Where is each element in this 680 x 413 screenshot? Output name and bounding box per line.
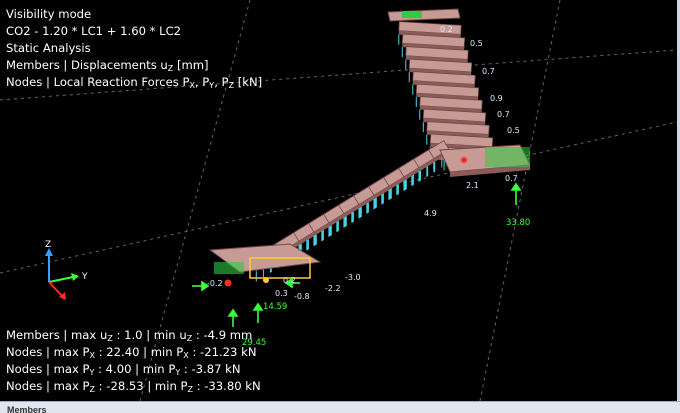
value-label: -0.8	[294, 292, 310, 301]
value-label: 0.5	[507, 126, 520, 135]
top-landing[interactable]	[387, 8, 461, 22]
3d-viewport[interactable]: 0.2 0.5 0.7 0.9 0.7 0.5 2.1 0.7 4.9 -3.0…	[0, 0, 677, 401]
axis-label-z: Z	[45, 240, 51, 250]
px-summary: Nodes | max PX : 22.40 | min PX : -21.23…	[6, 345, 257, 360]
analysis-info-panel: Visibility mode CO2 - 1.20 * LC1 + 1.60 …	[6, 6, 262, 91]
value-label: 0.7	[482, 67, 495, 76]
axis-triad: Z Y	[45, 240, 88, 300]
value-label: -3.0	[345, 273, 361, 282]
value-label: 4.9	[424, 209, 437, 218]
value-label: 0.7	[497, 110, 510, 119]
reaction-label: 14.59	[263, 302, 287, 312]
reaction-label: 33.80	[506, 218, 530, 228]
load-combination-text: CO2 - 1.20 * LC1 + 1.60 * LC2	[6, 24, 182, 38]
visibility-mode-text: Visibility mode	[6, 7, 92, 21]
value-label: 0.5	[470, 39, 483, 48]
value-label: 0.9	[490, 94, 503, 103]
analysis-type-text: Static Analysis	[6, 41, 91, 55]
nodes-result-type: Nodes | Local Reaction Forces PX, PY, PZ…	[6, 75, 263, 90]
value-label: -2.2	[325, 284, 341, 293]
pz-summary: Nodes | max PZ : -28.53 | min PZ : -33.8…	[6, 379, 261, 394]
value-label: 0.3	[275, 289, 288, 298]
uz-summary: Members | max uZ : 1.0 | min uZ : -4.9 m…	[6, 328, 253, 343]
value-label: 2.1	[466, 181, 479, 190]
axis-label-y: Y	[81, 272, 88, 282]
value-label: 0.2	[440, 25, 453, 34]
py-summary: Nodes | max PY : 4.00 | min PY : -3.87 k…	[6, 362, 241, 377]
value-label: -0.2	[207, 279, 223, 288]
value-label: 0.2	[283, 276, 296, 285]
landing[interactable]	[439, 144, 531, 177]
members-panel-header[interactable]: Members	[0, 401, 680, 413]
base-landing[interactable]	[208, 243, 322, 279]
members-result-type: Members | Displacements uZ [mm]	[6, 58, 209, 73]
y-axis-arrow	[71, 273, 79, 281]
value-label: 0.7	[505, 174, 518, 183]
results-summary: Members | max uZ : 1.0 | min uZ : -4.9 m…	[6, 327, 261, 395]
